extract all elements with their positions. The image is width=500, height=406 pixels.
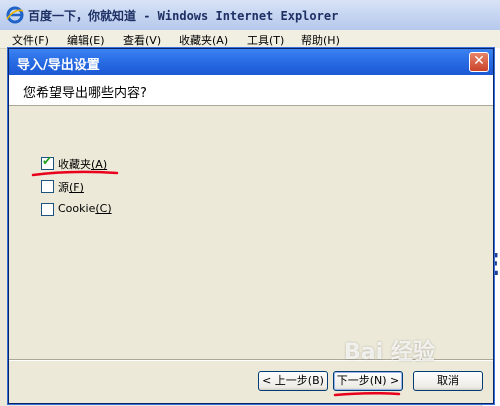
menu-file[interactable]: 文件(F): [12, 32, 49, 48]
option-feeds-accel: (F): [69, 181, 84, 194]
next-button[interactable]: 下一步(N) >: [333, 371, 403, 391]
menu-edit[interactable]: 编辑(E): [67, 32, 105, 48]
menu-favorites[interactable]: 收藏夹(A): [179, 32, 228, 48]
menu-view[interactable]: 查看(V): [123, 32, 161, 48]
annotation-underline-next: [333, 391, 401, 397]
option-cookie-accel: (C): [95, 202, 112, 215]
back-button[interactable]: < 上一步(B): [258, 371, 328, 391]
cancel-button[interactable]: 取消: [413, 371, 483, 391]
dialog-question: 您希望导出哪些内容?: [23, 86, 147, 101]
browser-title: 百度一下，你就知道 - Windows Internet Explorer: [28, 9, 339, 23]
checkmark-icon: ✔: [42, 154, 53, 168]
baidu-jingyan-watermark: Bai 经验: [344, 334, 435, 366]
close-button[interactable]: ✕: [469, 52, 489, 72]
dialog-title: 导入/导出设置: [17, 58, 100, 73]
option-feeds-label: 源: [58, 181, 69, 194]
ie-logo-icon: [6, 6, 24, 24]
dialog-titlebar[interactable]: 导入/导出设置 ✕: [9, 49, 493, 75]
dialog-header: 您希望导出哪些内容?: [9, 75, 493, 106]
feeds-checkbox[interactable]: [41, 180, 54, 193]
browser-menubar: 文件(F) 编辑(E) 查看(V) 收藏夹(A) 工具(T) 帮助(H): [0, 30, 500, 49]
browser-titlebar: 百度一下，你就知道 - Windows Internet Explorer: [0, 0, 500, 31]
option-cookie-label: Cookie: [58, 202, 96, 215]
watermark-text: Bai 经验: [344, 340, 435, 365]
menu-tools[interactable]: 工具(T): [247, 32, 284, 48]
annotation-underline-favorites: [31, 170, 119, 177]
cookie-checkbox[interactable]: [41, 203, 54, 216]
menu-help[interactable]: 帮助(H): [301, 32, 340, 48]
close-icon: ✕: [473, 53, 485, 69]
